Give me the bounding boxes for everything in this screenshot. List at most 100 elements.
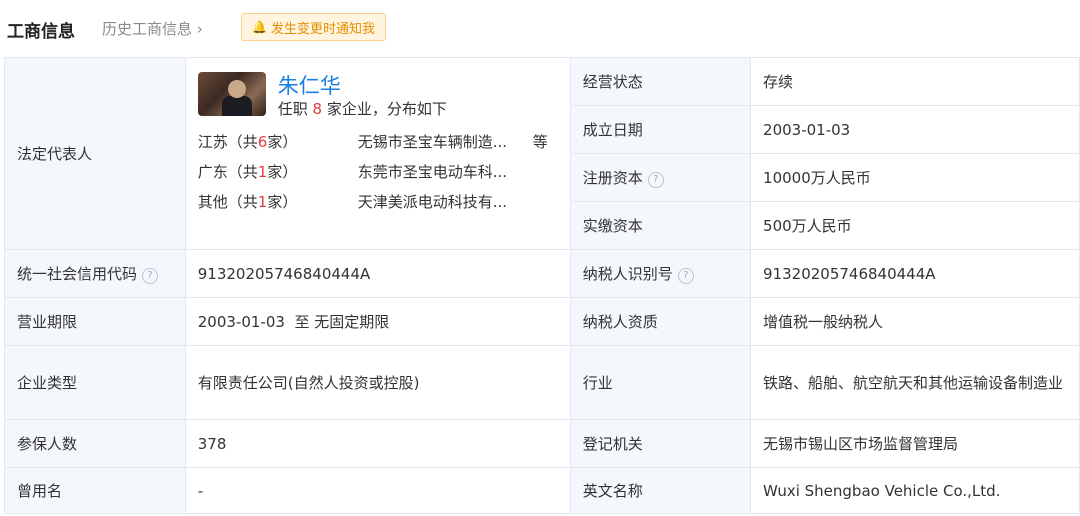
paid-capital-value: 500万人民币 <box>763 217 852 235</box>
table-row: 统一社会信用代码? 91320205746840444A 纳税人识别号? 913… <box>4 249 1080 298</box>
credit-code-label: 统一社会信用代码 <box>17 265 138 283</box>
industry-label-cell: 行业 <box>569 345 752 420</box>
question-circle-icon[interactable]: ? <box>142 268 159 284</box>
business-term-label-cell: 营业期限 <box>4 297 186 346</box>
distribution-region[interactable]: 江苏（共6家） <box>198 131 358 152</box>
taxpayer-id-label: 纳税人识别号 <box>582 265 673 283</box>
distribution-row: 其他（共1家） 天津美派电动科技有... <box>198 186 558 216</box>
registered-capital-value: 10000万人民币 <box>763 169 871 187</box>
distribution-company-link[interactable]: 东莞市圣宝电动车科... <box>358 161 533 182</box>
region-prefix[interactable]: 江苏（共 <box>198 133 258 151</box>
insured-count-label: 参保人数 <box>17 435 78 453</box>
legal-rep-cell: 朱仁华 任职 8 家企业，分布如下 江苏（共6家） 无锡市圣宝车辆制造... 等… <box>184 57 571 250</box>
position-distribution: 江苏（共6家） 无锡市圣宝车辆制造... 等 广东（共1家） 东莞市圣宝电动车科… <box>198 126 558 216</box>
distribution-row: 江苏（共6家） 无锡市圣宝车辆制造... 等 <box>198 126 558 156</box>
distribution-company-link[interactable]: 天津美派电动科技有... <box>358 191 533 212</box>
distribution-row: 广东（共1家） 东莞市圣宝电动车科... <box>198 156 558 186</box>
region-prefix[interactable]: 广东（共 <box>198 163 258 181</box>
english-name-value-cell: Wuxi Shengbao Vehicle Co.,Ltd. <box>750 467 1080 514</box>
bell-icon: 🔔 <box>252 20 267 34</box>
business-term-value: 2003-01-03 至 无固定期限 <box>197 313 390 331</box>
positions-prefix: 任职 <box>277 100 313 118</box>
insured-count-value-cell: 378 <box>184 419 571 468</box>
region-prefix[interactable]: 其他（共 <box>198 193 258 211</box>
former-name-value: - <box>197 481 204 500</box>
region-count[interactable]: 6 <box>258 133 268 151</box>
notify-button[interactable]: 🔔 发生变更时通知我 <box>241 13 386 41</box>
credit-code-value: 91320205746840444A <box>197 264 371 283</box>
insured-count-label-cell: 参保人数 <box>4 419 186 468</box>
english-name-label-cell: 英文名称 <box>569 467 752 514</box>
former-name-value-cell: - <box>184 467 571 514</box>
region-count[interactable]: 1 <box>258 163 268 181</box>
distribution-more[interactable]: 等 <box>533 131 558 152</box>
legal-rep-label-cell: 法定代表人 <box>4 57 186 250</box>
credit-code-value-cell: 91320205746840444A <box>184 249 571 298</box>
chevron-right-icon: › <box>196 20 203 38</box>
legal-rep-header: 朱仁华 任职 8 家企业，分布如下 <box>197 72 558 120</box>
founded-label-cell: 成立日期 <box>569 105 752 154</box>
taxpayer-id-value-cell: 91320205746840444A <box>750 249 1080 298</box>
registration-authority-value: 无锡市锡山区市场监督管理局 <box>763 435 959 453</box>
section-header: 工商信息 历史工商信息 › 🔔 发生变更时通知我 <box>0 0 1080 56</box>
registered-capital-label: 注册资本 <box>582 169 643 187</box>
status-value: 存续 <box>763 73 794 91</box>
company-type-value-cell: 有限责任公司(自然人投资或控股) <box>184 345 571 420</box>
taxpayer-qualification-value: 增值税一般纳税人 <box>763 313 884 331</box>
taxpayer-id-value: 91320205746840444A <box>763 264 936 283</box>
business-term-value-cell: 2003-01-03 至 无固定期限 <box>184 297 571 346</box>
registered-capital-label-cell: 注册资本? <box>569 153 752 202</box>
legal-rep-label: 法定代表人 <box>17 145 93 163</box>
table-row: 企业类型 有限责任公司(自然人投资或控股) 行业 铁路、船舶、航空航天和其他运输… <box>4 345 1080 420</box>
table-row: 曾用名 - 英文名称 Wuxi Shengbao Vehicle Co.,Ltd… <box>4 467 1080 514</box>
industry-value: 铁路、船舶、航空航天和其他运输设备制造业 <box>763 373 1064 392</box>
region-suffix[interactable]: 家） <box>267 163 297 181</box>
status-label-cell: 经营状态 <box>569 57 752 106</box>
paid-capital-value-cell: 500万人民币 <box>750 201 1080 250</box>
history-link-label[interactable]: 历史工商信息 <box>102 20 192 38</box>
taxpayer-id-label-cell: 纳税人识别号? <box>569 249 752 298</box>
company-type-label-cell: 企业类型 <box>4 345 186 420</box>
taxpayer-qualification-label: 纳税人资质 <box>582 313 658 331</box>
taxpayer-qualification-label-cell: 纳税人资质 <box>569 297 752 346</box>
registration-authority-value-cell: 无锡市锡山区市场监督管理局 <box>750 419 1080 468</box>
insured-count-value: 378 <box>197 434 227 453</box>
former-name-label-cell: 曾用名 <box>4 467 186 514</box>
registration-authority-label-cell: 登记机关 <box>569 419 752 468</box>
notify-button-label[interactable]: 发生变更时通知我 <box>271 18 375 37</box>
positions-suffix: 家企业，分布如下 <box>322 100 447 118</box>
business-info-table: 法定代表人 朱仁华 任职 8 家企业，分布如下 江苏（共6家） 无锡市圣宝车辆制… <box>4 57 1080 514</box>
legal-rep-positions: 任职 8 家企业，分布如下 <box>278 98 447 120</box>
distribution-region[interactable]: 广东（共1家） <box>198 161 358 182</box>
registration-authority-label: 登记机关 <box>582 435 643 453</box>
region-count[interactable]: 1 <box>258 193 268 211</box>
section-title: 工商信息 <box>7 22 75 42</box>
founded-value: 2003-01-03 <box>763 120 851 139</box>
founded-label: 成立日期 <box>582 121 643 139</box>
paid-capital-label-cell: 实缴资本 <box>569 201 752 250</box>
taxpayer-qualification-value-cell: 增值税一般纳税人 <box>750 297 1080 346</box>
history-link[interactable]: 历史工商信息 › <box>102 18 203 39</box>
status-label: 经营状态 <box>582 73 643 91</box>
table-row: 营业期限 2003-01-03 至 无固定期限 纳税人资质 增值税一般纳税人 <box>4 297 1080 346</box>
status-value-cell: 存续 <box>750 57 1080 106</box>
english-name-label: 英文名称 <box>582 482 643 500</box>
avatar[interactable] <box>197 72 266 116</box>
founded-value-cell: 2003-01-03 <box>750 105 1080 154</box>
industry-value-cell: 铁路、船舶、航空航天和其他运输设备制造业 <box>750 345 1080 420</box>
region-suffix[interactable]: 家） <box>267 133 297 151</box>
registered-capital-value-cell: 10000万人民币 <box>750 153 1080 202</box>
region-suffix[interactable]: 家） <box>267 193 297 211</box>
former-name-label: 曾用名 <box>17 482 63 500</box>
english-name-value: Wuxi Shengbao Vehicle Co.,Ltd. <box>763 481 1001 500</box>
business-term-label: 营业期限 <box>17 313 78 331</box>
question-circle-icon[interactable]: ? <box>677 268 694 284</box>
distribution-company-link[interactable]: 无锡市圣宝车辆制造... <box>358 131 533 152</box>
distribution-region[interactable]: 其他（共1家） <box>198 191 358 212</box>
industry-label: 行业 <box>582 374 613 392</box>
table-row: 参保人数 378 登记机关 无锡市锡山区市场监督管理局 <box>4 419 1080 468</box>
legal-rep-name-link[interactable]: 朱仁华 <box>278 74 447 98</box>
question-circle-icon[interactable]: ? <box>647 172 664 188</box>
company-type-label: 企业类型 <box>17 374 78 392</box>
company-type-value: 有限责任公司(自然人投资或控股) <box>197 374 420 392</box>
